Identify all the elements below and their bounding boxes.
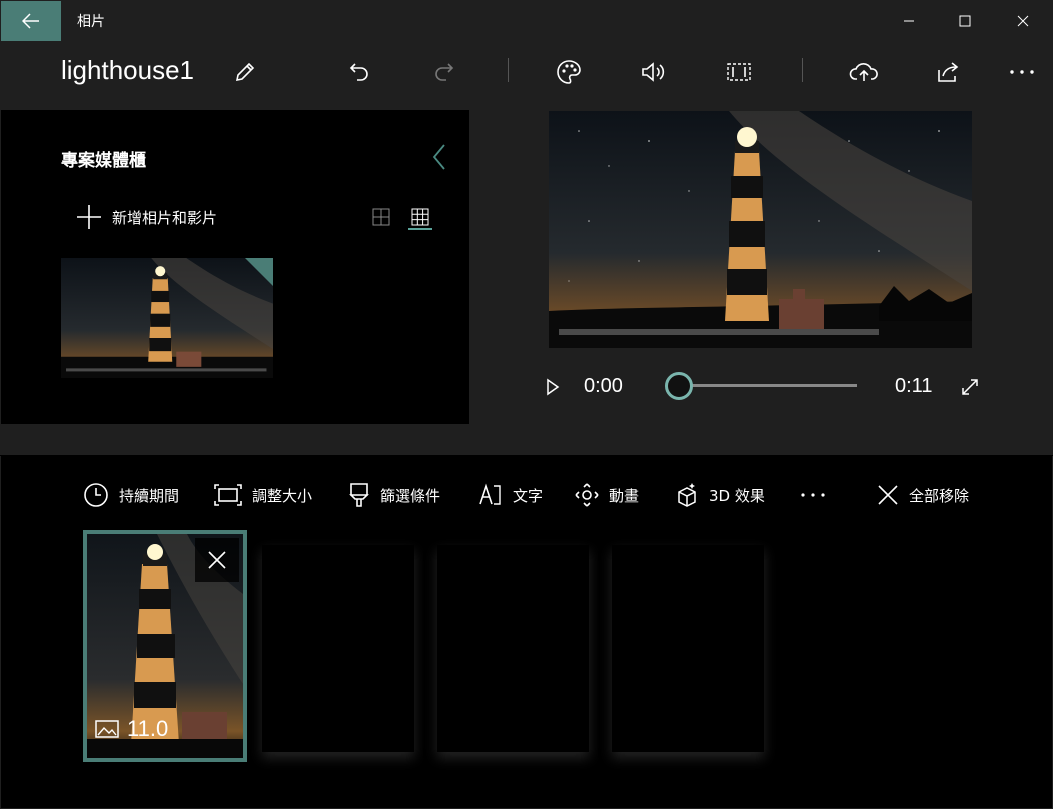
speaker-icon: [642, 62, 665, 82]
library-title: 專案媒體櫃: [61, 151, 146, 171]
resize-button[interactable]: 調整大小: [214, 480, 312, 510]
library-media-thumbnail[interactable]: [61, 258, 273, 378]
seek-bar-track[interactable]: [680, 384, 857, 387]
back-button[interactable]: [1, 1, 61, 41]
card-duration-value: 11.0: [127, 716, 169, 741]
play-icon: [547, 378, 560, 396]
small-grid-view-button[interactable]: [406, 203, 434, 231]
plus-icon: [77, 205, 101, 229]
undo-icon: [349, 63, 368, 81]
motion-icon: [575, 483, 599, 507]
filters-button[interactable]: 篩選條件: [348, 480, 440, 510]
chevron-left-icon: [432, 144, 445, 170]
ellipsis-icon: [1010, 70, 1034, 74]
close-icon: [208, 551, 226, 569]
minimize-button[interactable]: [881, 0, 937, 42]
redo-button[interactable]: [426, 54, 462, 90]
video-preview[interactable]: [549, 111, 972, 348]
duration-label: 持續期間: [119, 486, 180, 505]
resize-label: 調整大小: [252, 486, 313, 505]
image-icon: [95, 720, 119, 738]
add-media-label: 新增相片和影片: [112, 208, 218, 227]
current-time: 0:00: [584, 375, 623, 397]
back-arrow-icon: [22, 13, 39, 29]
clock-icon: [84, 483, 108, 507]
text-icon: [479, 483, 501, 505]
view-selected-indicator: [408, 228, 432, 230]
share-icon: [938, 62, 959, 82]
empty-card-slot: [262, 545, 414, 752]
toolbar-separator: [802, 58, 803, 82]
fullscreen-button[interactable]: [957, 374, 983, 400]
toolbar-separator: [508, 58, 509, 82]
pencil-icon: [235, 62, 255, 82]
rename-button[interactable]: [227, 54, 263, 90]
motion-button[interactable]: 動畫: [575, 480, 639, 510]
small-grid-icon: [411, 208, 429, 226]
total-duration: 0:11: [895, 375, 933, 397]
text-label: 文字: [513, 486, 544, 505]
aspect-ratio-button[interactable]: [721, 54, 757, 90]
collapse-library-button[interactable]: [426, 142, 452, 172]
more-tools-button[interactable]: [800, 480, 826, 510]
audio-button[interactable]: [636, 54, 672, 90]
redo-icon: [435, 63, 454, 81]
add-photos-videos-button[interactable]: 新增相片和影片: [76, 203, 217, 231]
project-title: lighthouse1: [61, 55, 194, 85]
app-title: 相片: [77, 14, 105, 30]
filters-label: 篩選條件: [380, 486, 441, 505]
text-button[interactable]: 文字: [477, 480, 543, 510]
empty-card-slot: [437, 545, 589, 752]
maximize-icon: [959, 15, 971, 27]
remove-all-button[interactable]: 全部移除: [877, 480, 969, 510]
filter-brush-icon: [349, 483, 369, 507]
large-grid-icon: [372, 208, 390, 226]
3d-effects-button[interactable]: 3D 效果: [675, 480, 765, 510]
cloud-upload-icon: [849, 63, 878, 81]
large-grid-view-button[interactable]: [367, 203, 395, 231]
upload-button[interactable]: [846, 54, 882, 90]
aspect-ratio-icon: [727, 63, 751, 81]
expand-icon: [962, 379, 978, 395]
ellipsis-icon: [801, 493, 825, 497]
more-options-button[interactable]: [1004, 54, 1040, 90]
empty-card-slot: [612, 545, 764, 752]
title-bar: 相片: [0, 0, 1053, 42]
3d-effects-icon: [678, 483, 696, 507]
lighthouse-preview-image: [549, 111, 972, 348]
motion-label: 動畫: [609, 486, 640, 505]
close-window-button[interactable]: [995, 0, 1051, 42]
3d-effects-label: 3D 效果: [709, 486, 765, 505]
close-icon: [878, 485, 898, 505]
duration-button[interactable]: 持續期間: [83, 480, 179, 510]
minimize-icon: [904, 20, 914, 22]
lighthouse-thumbnail-image: [61, 258, 273, 378]
storyboard-card[interactable]: 11.0: [83, 530, 247, 762]
palette-icon: [557, 60, 581, 84]
close-icon: [1017, 15, 1029, 27]
undo-button[interactable]: [341, 54, 377, 90]
resize-icon: [214, 484, 242, 506]
remove-all-label: 全部移除: [909, 486, 970, 505]
share-button[interactable]: [930, 54, 966, 90]
maximize-button[interactable]: [937, 0, 993, 42]
selected-corner-marker: [245, 258, 273, 286]
card-duration: 11.0: [95, 716, 168, 742]
play-button[interactable]: [540, 374, 566, 400]
seek-bar-thumb[interactable]: [665, 372, 693, 400]
theme-button[interactable]: [551, 54, 587, 90]
remove-card-button[interactable]: [195, 538, 239, 582]
